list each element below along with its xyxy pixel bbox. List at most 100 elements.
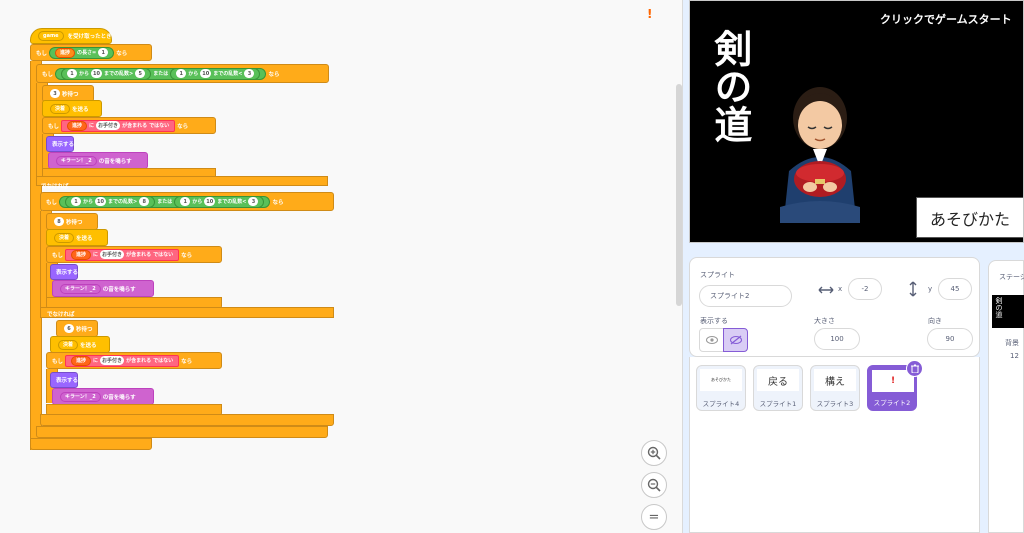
sound-dropdown[interactable]: キラーン！_2 bbox=[60, 283, 101, 294]
then-label: なら bbox=[272, 199, 284, 206]
greater-operator[interactable]: 1 から 10 までの乱数 > 8 bbox=[65, 195, 156, 208]
less-operator[interactable]: 1 から 10 までの乱数 < 3 bbox=[170, 67, 261, 80]
message-dropdown[interactable]: 決着 bbox=[50, 103, 71, 114]
number-field[interactable]: 8 bbox=[54, 217, 64, 226]
play-sound-block-2[interactable]: キラーン！_2 の音を鳴らす bbox=[52, 280, 154, 297]
if-label: もし bbox=[48, 123, 60, 130]
number-field[interactable]: 10 bbox=[200, 69, 212, 78]
equals-operator[interactable]: 進捗 の長さ = 1 bbox=[49, 46, 115, 59]
number-field[interactable]: 8 bbox=[139, 197, 150, 206]
zoom-reset-icon: = bbox=[648, 509, 660, 525]
zoom-in-button[interactable] bbox=[641, 440, 667, 466]
show-block-1[interactable]: 表示する bbox=[46, 136, 74, 152]
stage-target-pane[interactable]: ステージ 剣の道 背景 12 bbox=[988, 260, 1024, 533]
sprite-name-input[interactable]: スプライト2 bbox=[699, 285, 792, 307]
contains-label: が含まれる bbox=[126, 252, 152, 258]
message-dropdown[interactable]: 決着 bbox=[54, 232, 75, 243]
not-contains-operator[interactable]: 進捗 に お手付き が含まれる ではない bbox=[65, 354, 180, 367]
if-block-3[interactable]: もし 進捗 に お手付き が含まれる ではない なら bbox=[42, 117, 216, 134]
sprite-tile[interactable]: 構え スプライト3 bbox=[810, 365, 860, 411]
gt-label: > bbox=[129, 70, 134, 77]
show-block-2[interactable]: 表示する bbox=[50, 264, 78, 280]
number-field[interactable]: 5 bbox=[135, 69, 146, 78]
sprite-info-panel: スプライト スプライト2 x -2 y 45 表示する 大きさ 100 向き 9… bbox=[689, 257, 980, 357]
if-block-1[interactable]: もし 進捗 の長さ = 1 なら bbox=[30, 44, 152, 61]
or-operator[interactable]: 1 から 10 までの乱数 > 5 または 1 から 10 までの乱数 < 3 bbox=[55, 67, 267, 80]
number-field[interactable]: 1 bbox=[98, 48, 109, 57]
or-operator[interactable]: 1 から 10 までの乱数 > 8 または 1 から 10 までの乱数 < 3 bbox=[59, 195, 271, 208]
zoom-out-button[interactable] bbox=[641, 472, 667, 498]
number-field[interactable]: 3 bbox=[248, 197, 259, 206]
then-label: なら bbox=[268, 71, 280, 78]
if-block-4[interactable]: もし 1 から 10 までの乱数 > 8 または 1 から 10 までの乱数 < bbox=[40, 192, 334, 211]
sprite-tile[interactable]: あそびかた スプライト4 bbox=[696, 365, 746, 411]
message-dropdown[interactable]: 決着 bbox=[58, 339, 79, 350]
number-field[interactable]: 1 bbox=[71, 197, 82, 206]
progress-variable[interactable]: 進捗 bbox=[71, 249, 92, 260]
ni-label: に bbox=[93, 358, 99, 364]
number-field[interactable]: 10 bbox=[95, 197, 106, 206]
y-input[interactable]: 45 bbox=[938, 278, 972, 300]
or-label: または bbox=[157, 199, 173, 205]
play-sound-block-3[interactable]: キラーン！_2 の音を鳴らす bbox=[52, 388, 154, 405]
not-label: ではない bbox=[153, 252, 174, 258]
broadcast-block-1[interactable]: 決着 を送る bbox=[42, 100, 102, 117]
zoom-reset-button[interactable]: = bbox=[641, 504, 667, 530]
stage[interactable]: クリックでゲームスタート 剣の道 あそびかた bbox=[689, 0, 1024, 243]
delete-sprite-button[interactable] bbox=[906, 360, 923, 377]
number-field[interactable]: 1 bbox=[67, 69, 78, 78]
text-field[interactable]: お手付き bbox=[100, 356, 125, 365]
wait-block-2[interactable]: 8 秒待つ bbox=[46, 213, 98, 230]
if-block-6[interactable]: もし 進捗 に お手付き が含まれる ではない なら bbox=[46, 352, 222, 369]
progress-variable[interactable]: 進捗 bbox=[55, 47, 76, 58]
wait-block-3[interactable]: 6 秒待つ bbox=[56, 320, 98, 337]
stage-game-title: 剣の道 bbox=[707, 29, 753, 143]
sprite-tile[interactable]: 戻る スプライト1 bbox=[753, 365, 803, 411]
else-label-2: でなければ bbox=[47, 312, 75, 318]
number-field[interactable]: 10 bbox=[91, 69, 102, 78]
code-area[interactable]: game を受け取ったとき もし 進捗 の長さ = 1 なら もし 1 から 1… bbox=[0, 0, 682, 533]
from-label: から bbox=[188, 71, 199, 77]
zoom-in-icon bbox=[647, 446, 661, 460]
progress-variable[interactable]: 進捗 bbox=[67, 120, 88, 131]
broadcast-block-3[interactable]: 決着 を送る bbox=[50, 336, 110, 353]
direction-input[interactable]: 90 bbox=[927, 328, 973, 350]
hide-sprite-button[interactable] bbox=[723, 328, 748, 352]
greater-operator[interactable]: 1 から 10 までの乱数 > 5 bbox=[61, 67, 152, 80]
less-operator[interactable]: 1 から 10 までの乱数 < 3 bbox=[174, 195, 265, 208]
play-sound-block-1[interactable]: キラーン！_2 の音を鳴らす bbox=[48, 152, 148, 169]
text-field[interactable]: お手付き bbox=[96, 121, 121, 130]
stage-click-to-start-text: クリックでゲームスタート bbox=[880, 13, 1012, 26]
message-dropdown[interactable]: game bbox=[38, 31, 64, 41]
number-field[interactable]: 3 bbox=[50, 89, 60, 98]
stage-thumbnail[interactable]: 剣の道 bbox=[992, 295, 1024, 328]
number-field[interactable]: 1 bbox=[176, 69, 187, 78]
progress-variable[interactable]: 進捗 bbox=[71, 355, 92, 366]
number-field[interactable]: 10 bbox=[204, 197, 216, 206]
not-contains-operator[interactable]: 進捗 に お手付き が含まれる ではない bbox=[65, 248, 180, 261]
play-sound-label: の音を鳴らす bbox=[102, 286, 136, 293]
text-field[interactable]: お手付き bbox=[100, 250, 125, 259]
show-sprite-button[interactable] bbox=[699, 328, 724, 352]
number-field[interactable]: 6 bbox=[64, 324, 74, 333]
x-input[interactable]: -2 bbox=[848, 278, 882, 300]
show-block-3[interactable]: 表示する bbox=[50, 372, 78, 388]
if-block-2[interactable]: もし 1 から 10 までの乱数 > 5 または 1 から 10 までの乱数 < bbox=[36, 64, 329, 83]
kendo-character-sprite[interactable] bbox=[775, 83, 865, 227]
not-contains-operator[interactable]: 進捗 に お手付き が含まれる ではない bbox=[61, 119, 176, 132]
sound-dropdown[interactable]: キラーン！_2 bbox=[56, 155, 97, 166]
if-block-2-end bbox=[36, 426, 328, 438]
number-field[interactable]: 3 bbox=[244, 69, 255, 78]
how-to-play-button[interactable]: あそびかた bbox=[916, 197, 1023, 238]
show-label: 表示する bbox=[52, 142, 75, 148]
if-block-5[interactable]: もし 進捗 に お手付き が含まれる ではない なら bbox=[46, 246, 222, 263]
number-field[interactable]: 1 bbox=[180, 197, 191, 206]
or-label: または bbox=[153, 71, 169, 77]
then-label: なら bbox=[181, 252, 193, 259]
when-receive-hat-block[interactable]: game を受け取ったとき bbox=[30, 28, 112, 44]
y-label: y bbox=[928, 285, 933, 293]
size-input[interactable]: 100 bbox=[814, 328, 860, 350]
sound-dropdown[interactable]: キラーン！_2 bbox=[60, 391, 101, 402]
length-label: の長さ bbox=[77, 50, 93, 56]
broadcast-block-2[interactable]: 決着 を送る bbox=[46, 229, 108, 246]
